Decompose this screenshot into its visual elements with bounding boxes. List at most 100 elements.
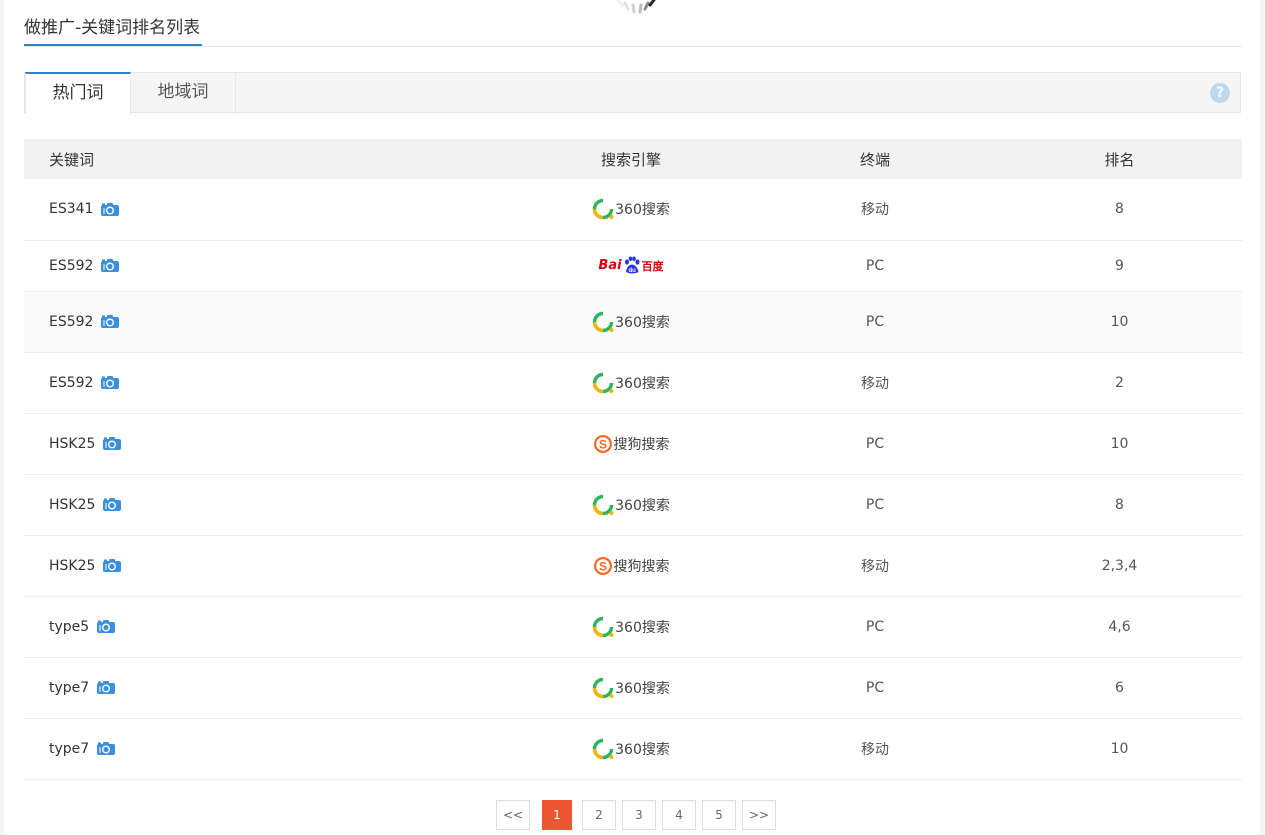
- column-header-terminal: 终端: [859, 150, 890, 169]
- camera-icon[interactable]: [96, 741, 116, 756]
- cell-terminal: PC: [753, 291, 997, 353]
- table-row: type7 360搜索 PC 6: [24, 657, 1242, 719]
- pagination-next-button[interactable]: >>: [742, 800, 776, 830]
- cell-rank: 8: [997, 179, 1242, 241]
- column-header-rank: 排名: [1104, 150, 1135, 169]
- keyword-text: type7: [49, 740, 90, 757]
- engine-logo: Bai du 百度: [598, 256, 664, 276]
- cell-terminal: 移动: [753, 718, 997, 780]
- cell-keyword: type5: [24, 596, 509, 658]
- content-card: 做推广-关键词排名列表 热门词 地域词 ? 关键词 搜索引擎 终端 排名 ES3…: [4, 0, 1260, 835]
- keyword-text: HSK25: [49, 557, 96, 574]
- camera-icon[interactable]: [102, 558, 122, 573]
- engine-logo: 360搜索: [592, 311, 670, 333]
- cell-engine: 360搜索: [509, 657, 753, 719]
- engine-label: 360搜索: [615, 202, 670, 219]
- engine-label: 360搜索: [615, 314, 670, 331]
- svg-text:S: S: [598, 437, 606, 451]
- keyword-text: type7: [49, 679, 90, 696]
- camera-icon[interactable]: [100, 375, 120, 390]
- cell-rank: 10: [997, 413, 1242, 475]
- engine-label: 360搜索: [615, 619, 670, 636]
- pagination-page-5[interactable]: 5: [702, 800, 736, 830]
- baidu-logo-text-left: Bai: [598, 258, 622, 273]
- column-header-engine: 搜索引擎: [600, 150, 661, 169]
- pagination-prev-button[interactable]: <<: [496, 800, 530, 830]
- help-icon[interactable]: ?: [1210, 83, 1230, 103]
- keyword-text: ES341: [49, 201, 94, 218]
- keyword-text: type5: [49, 618, 90, 635]
- camera-icon[interactable]: [100, 258, 120, 273]
- camera-icon[interactable]: [100, 314, 120, 329]
- pagination-page-4[interactable]: 4: [662, 800, 696, 830]
- cell-terminal: PC: [753, 657, 997, 719]
- cell-rank: 10: [997, 291, 1242, 353]
- cell-rank: 6: [997, 657, 1242, 719]
- table-row: type7 360搜索 移动 10: [24, 718, 1242, 780]
- engine-label: 360搜索: [615, 741, 670, 758]
- 360-search-logo-icon: [592, 738, 614, 759]
- 360-search-logo-icon: [592, 677, 614, 698]
- 360-search-logo-icon: [592, 494, 614, 515]
- engine-logo: 360搜索: [592, 677, 670, 699]
- pagination-page-1[interactable]: 1: [542, 800, 572, 830]
- cell-rank: 4,6: [997, 596, 1242, 658]
- table-row: ES592 360搜索 PC 10: [24, 291, 1242, 353]
- 360-search-logo-icon: [592, 311, 614, 332]
- tab-bar: 热门词 地域词 ?: [24, 72, 1241, 114]
- cell-engine: 360搜索: [509, 474, 753, 536]
- cell-rank: 9: [997, 240, 1242, 292]
- cell-rank: 2,3,4: [997, 535, 1242, 597]
- table-header-row: 关键词 搜索引擎 终端 排名: [24, 139, 1242, 179]
- baidu-logo-text-right: 百度: [641, 259, 664, 273]
- table-row: HSK25 360搜索 PC 8: [24, 474, 1242, 536]
- keyword-text: ES592: [49, 257, 94, 274]
- engine-logo: 360搜索: [592, 738, 670, 760]
- engine-label: 搜狗搜索: [613, 436, 670, 453]
- cell-rank: 2: [997, 352, 1242, 414]
- cell-engine: 360搜索: [509, 291, 753, 353]
- cell-keyword: ES592: [24, 352, 509, 414]
- sogou-search-logo-icon: S: [593, 556, 612, 575]
- cell-engine: 360搜索: [509, 352, 753, 414]
- keyword-text: HSK25: [49, 496, 96, 513]
- engine-logo: S 搜狗搜索: [593, 556, 670, 576]
- keyword-ranking-table: 关键词 搜索引擎 终端 排名 ES341 360搜索 移动 8 ES592 Bai du 百度…: [24, 139, 1242, 780]
- engine-logo: S 搜狗搜索: [593, 434, 670, 454]
- engine-logo: 360搜索: [592, 616, 670, 638]
- pagination-page-3[interactable]: 3: [622, 800, 656, 830]
- cell-keyword: ES592: [24, 291, 509, 353]
- pagination-page-2[interactable]: 2: [582, 800, 616, 830]
- table-row: HSK25 S 搜狗搜索 PC 10: [24, 413, 1242, 475]
- tab-region-keywords[interactable]: 地域词: [131, 72, 236, 114]
- engine-label: 360搜索: [615, 497, 670, 514]
- cell-engine: Bai du 百度: [509, 240, 753, 292]
- baidu-logo-icon: du: [624, 256, 640, 274]
- camera-icon[interactable]: [96, 680, 116, 695]
- engine-logo: 360搜索: [592, 372, 670, 394]
- cell-terminal: PC: [753, 474, 997, 536]
- engine-label: 360搜索: [615, 375, 670, 392]
- cell-engine: 360搜索: [509, 596, 753, 658]
- cell-terminal: PC: [753, 240, 997, 292]
- cell-terminal: 移动: [753, 179, 997, 241]
- table-row: ES592 360搜索 移动 2: [24, 352, 1242, 414]
- cell-engine: 360搜索: [509, 179, 753, 241]
- camera-icon[interactable]: [102, 436, 122, 451]
- tab-hot-keywords[interactable]: 热门词: [25, 72, 131, 114]
- cell-engine: 360搜索: [509, 718, 753, 780]
- cell-rank: 8: [997, 474, 1242, 536]
- 360-search-logo-icon: [592, 616, 614, 637]
- sogou-search-logo-icon: S: [593, 434, 612, 453]
- camera-icon[interactable]: [96, 619, 116, 634]
- camera-icon[interactable]: [100, 202, 120, 217]
- keyword-text: ES592: [49, 374, 94, 391]
- cell-engine: S 搜狗搜索: [509, 413, 753, 475]
- page-header: 做推广-关键词排名列表: [24, 0, 1242, 47]
- table-row: ES341 360搜索 移动 8: [24, 179, 1242, 241]
- engine-label: 搜狗搜索: [613, 558, 670, 575]
- cell-rank: 10: [997, 718, 1242, 780]
- svg-text:du: du: [628, 268, 636, 274]
- camera-icon[interactable]: [102, 497, 122, 512]
- cell-keyword: HSK25: [24, 535, 509, 597]
